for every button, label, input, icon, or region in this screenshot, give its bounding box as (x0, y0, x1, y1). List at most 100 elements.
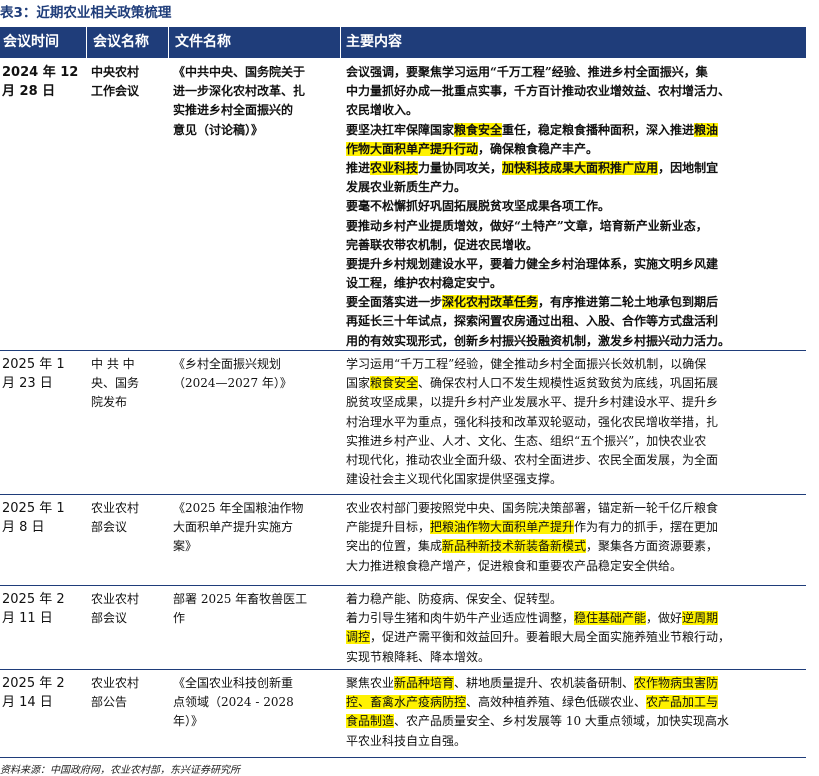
content-line: 脱贫攻坚成果，以提升乡村产业发展水平、提升乡村建设水平、提升乡 (346, 393, 718, 412)
header-document-name: 文件名称 (175, 34, 231, 50)
content-line: 实现节粮降耗、降本增效。 (346, 648, 730, 667)
highlighted-text: 稳住基础产能 (574, 611, 647, 626)
meeting-name-cell-line: 农业农村 (91, 676, 140, 690)
meeting-name-cell-line: 农业农村 (91, 501, 140, 515)
meeting-time-cell: 2025 年 1 月 23 日 (2, 355, 65, 393)
meeting-time-cell-line: 2025 年 1 (2, 357, 65, 372)
highlighted-text: 粮油 (694, 122, 719, 137)
main-content-cell: 农业农村部门要按照党中央、国务院决策部署，锚定新一轮千亿斤粮食 产能提升目标，把粮… (346, 499, 718, 576)
content-text: 要坚决扛牢保障国家 (346, 122, 455, 137)
content-line: 着力引导生猪和肉牛奶牛产业适应性调整，稳住基础产能，做好逆周期 (346, 609, 730, 628)
content-line: 农民增收入。 (346, 101, 730, 120)
highlighted-text: 新品种新技术新装备新模式 (442, 539, 587, 554)
document-name-cell-line: 年）》 (173, 714, 204, 729)
table-row: 2025 年 1 月 23 日 中 共 中央、国务 院发布 《乡村全面振兴规划 （2024… (0, 350, 806, 495)
content-text: 聚焦农业 (346, 676, 395, 690)
highlighted-text: 粮食安全 (454, 122, 503, 137)
content-line: 推进农业科技力量协同攻关，加快科技成果大面积推广应用，因地制宜 (346, 159, 730, 178)
highlighted-text: 作物大面积单产提升行动 (346, 141, 479, 156)
content-text: 重任，稳定粮食播种面积，深入推进 (502, 122, 695, 137)
header-meeting-time: 会议时间 (3, 34, 59, 50)
content-line: 食品制造、农产品质量安全、乡村发展等 10 大重点领域，加快实现高水 (346, 712, 729, 731)
content-line: 建设社会主义现代化国家提供坚强支撑。 (346, 470, 718, 489)
content-text: 、高效种植养殖、绿色低碳农业、 (466, 695, 647, 710)
content-line: 要坚决扛牢保障国家粮食安全重任，稳定粮食播种面积，深入推进粮油 (346, 121, 730, 140)
document-name-cell-line: 《乡村全面振兴规划 (173, 357, 282, 371)
meeting-time-cell-line: 2024 年 12 (2, 65, 79, 80)
meeting-name-cell: 中央农村 工作会议 (91, 63, 139, 101)
content-text: ，因地制宜 (658, 160, 719, 175)
content-text: ，促进产需平衡和效益回升。要着眼大局全面实施养殖业节粮行动， (370, 630, 731, 645)
content-text: 作为有力的抓手，摆在更加 (574, 520, 719, 535)
header-main-content: 主要内容 (346, 34, 402, 50)
content-line: 村治理水平为重点，强化科技和改革双轮驱动，强化农民增收举措，扎 (346, 413, 718, 432)
content-line: 要提升乡村规划建设水平，要着力健全乡村治理体系，实施文明乡风建 (346, 255, 730, 274)
content-line: 调控，促进产需平衡和效益回升。要着眼大局全面实施养殖业节粮行动， (346, 628, 730, 647)
content-text: 要推动乡村产业提质增效，做好“土特产”文章，培育新产业新业态， (346, 218, 708, 233)
content-text: 着力稳产能、防疫病、保安全、促转型。 (346, 592, 563, 606)
main-content-cell: 聚焦农业新品种培育、耕地质量提升、农机装备研制、农作物病虫害防 控、畜禽水产疫病防… (346, 674, 729, 751)
table-row: 2025 年 2月 14 日农业农村 部公告 《全国农业科技创新重 点领域（2024 … (0, 669, 806, 758)
content-line: 中力量抓好办成一批重点实事，千方百计推动农业增效益、农村增活力、 (346, 82, 730, 101)
content-line: 要毫不松懈抓好巩固拓展脱贫攻坚成果各项工作。 (346, 197, 730, 216)
content-text: 用的有效实现形式，创新乡村振兴投融资机制，激发乡村振兴动力活力。 (346, 333, 731, 348)
content-line: 要推动乡村产业提质增效，做好“土特产”文章，培育新产业新业态， (346, 217, 730, 236)
meeting-name-cell: 农业农村 部会议 (91, 590, 139, 628)
content-text: ，做好 (646, 611, 683, 626)
content-text: 中力量抓好办成一批重点实事，千方百计推动农业增效益、农村增活力、 (346, 84, 731, 99)
content-text: 、确保农村人口不发生规模性返贫致贫为底线，巩固拓展 (418, 376, 719, 391)
document-name-cell-line: 大面积单产提升实施方 (173, 520, 294, 535)
content-text: 发展农业新质生产力。 (346, 180, 467, 195)
content-text: 会议强调，要聚焦学习运用“千万工程”经验、推进乡村全面振兴，集 (346, 65, 708, 79)
content-text: 村治理水平为重点，强化科技和改革双轮驱动，强化农民增收举措，扎 (346, 414, 719, 429)
document-name-cell-line: 《全国农业科技创新重 (173, 676, 294, 690)
table-row: 2025 年 1月 8 日农业农村 部会议 《2025 年全国粮油作物 大面积单产提升… (0, 494, 806, 586)
meeting-time-cell-line: 2025 年 1 (2, 501, 65, 516)
content-text: 脱贫攻坚成果，以提升乡村产业发展水平、提升乡村建设水平、提升乡 (346, 395, 719, 410)
content-text: 再延长三十年试点，探索闲置农房通过出租、入股、合作等方式盘活利 (346, 314, 719, 329)
content-text: 要全面落实进一步 (346, 295, 443, 310)
content-line: 控、畜禽水产疫病防控、高效种植养殖、绿色低碳农业、农产品加工与 (346, 693, 729, 712)
meeting-name-cell: 中 共 中央、国务 院发布 (91, 355, 139, 413)
content-line: 完善联农带农机制，促进农民增收。 (346, 236, 730, 255)
meeting-time-cell-line: 月 28 日 (2, 84, 56, 100)
content-line: 平农业科技自立自强。 (346, 732, 729, 751)
document-name-cell-line: 《中共中央、国务院关于 (173, 65, 306, 79)
content-text: 农业农村部门要按照党中央、国务院决策部署，锚定新一轮千亿斤粮食 (346, 501, 719, 515)
document-name-cell-line: 意见（讨论稿）》 (173, 122, 264, 137)
content-line: 突出的位置，集成新品种新技术新装备新模式，聚集各方面资源要素， (346, 537, 718, 556)
table-row: 2024 年 12 月 28 日 中央农村 工作会议 《中共中央、国务院关于 进一步深化农… (0, 59, 806, 350)
meeting-name-cell-line: 部公告 (91, 695, 128, 710)
content-text: 要毫不松懈抓好巩固拓展脱贫攻坚成果各项工作。 (346, 199, 611, 214)
content-text: 突出的位置，集成 (346, 539, 443, 554)
document-name-cell-line: 部署 2025 年畜牧兽医工 (173, 592, 308, 606)
content-text: 、耕地质量提升、农机装备研制、 (454, 676, 635, 690)
highlighted-text: 农作物病虫害防 (634, 676, 719, 690)
meeting-time-cell: 2025 年 1 月 8 日 (2, 499, 65, 537)
highlighted-text: 粮食安全 (370, 376, 419, 391)
content-text: 设工程，维护农村稳定安宁。 (346, 276, 503, 291)
highlighted-text: 控、畜禽水产疫病防控 (346, 695, 467, 710)
content-line: 发展农业新质生产力。 (346, 178, 730, 197)
highlighted-text: 加快科技成果大面积推广应用 (502, 160, 659, 175)
content-text: 产能提升目标， (346, 520, 431, 535)
meeting-name-cell: 农业农村 部公告 (91, 674, 139, 712)
content-text: ，有序推进第二轮土地承包到期后 (538, 295, 719, 310)
content-text: 实现节粮降耗、降本增效。 (346, 649, 491, 664)
table-row: 2025 年 2月 11 日农业农村 部会议 部署 2025 年畜牧兽医工作着力稳产… (0, 585, 806, 670)
meeting-time-cell-line: 月 11 日 (2, 611, 53, 627)
document-name-cell: 《2025 年全国粮油作物 大面积单产提升实施方 案》 (173, 499, 303, 557)
content-line: 大力推进粮食稳产增产，促进粮食和重要农产品稳定安全供给。 (346, 557, 718, 576)
main-content-cell: 学习运用“千万工程”经验，健全推动乡村全面振兴长效机制，以确保 国家粮食安全、确保… (346, 355, 718, 489)
content-line: 聚焦农业新品种培育、耕地质量提升、农机装备研制、农作物病虫害防 (346, 674, 729, 693)
content-text: ，确保粮食稳产丰产。 (478, 141, 599, 156)
meeting-name-cell: 农业农村 部会议 (91, 499, 139, 537)
content-text: 建设社会主义现代化国家提供坚强支撑。 (346, 472, 563, 487)
meeting-name-cell-line: 央、国务 (91, 376, 140, 391)
meeting-name-cell-line: 中央农村 (91, 65, 140, 79)
content-line: 要全面落实进一步深化农村改革任务，有序推进第二轮土地承包到期后 (346, 293, 730, 312)
document-name-cell: 《中共中央、国务院关于 进一步深化农村改革、扎 实推进乡村全面振兴的 意见（讨论稿）》 (173, 63, 305, 140)
content-text: ，聚集各方面资源要素， (586, 539, 719, 554)
meeting-time-cell-line: 月 14 日 (2, 695, 53, 711)
content-line: 作物大面积单产提升行动，确保粮食稳产丰产。 (346, 140, 730, 159)
